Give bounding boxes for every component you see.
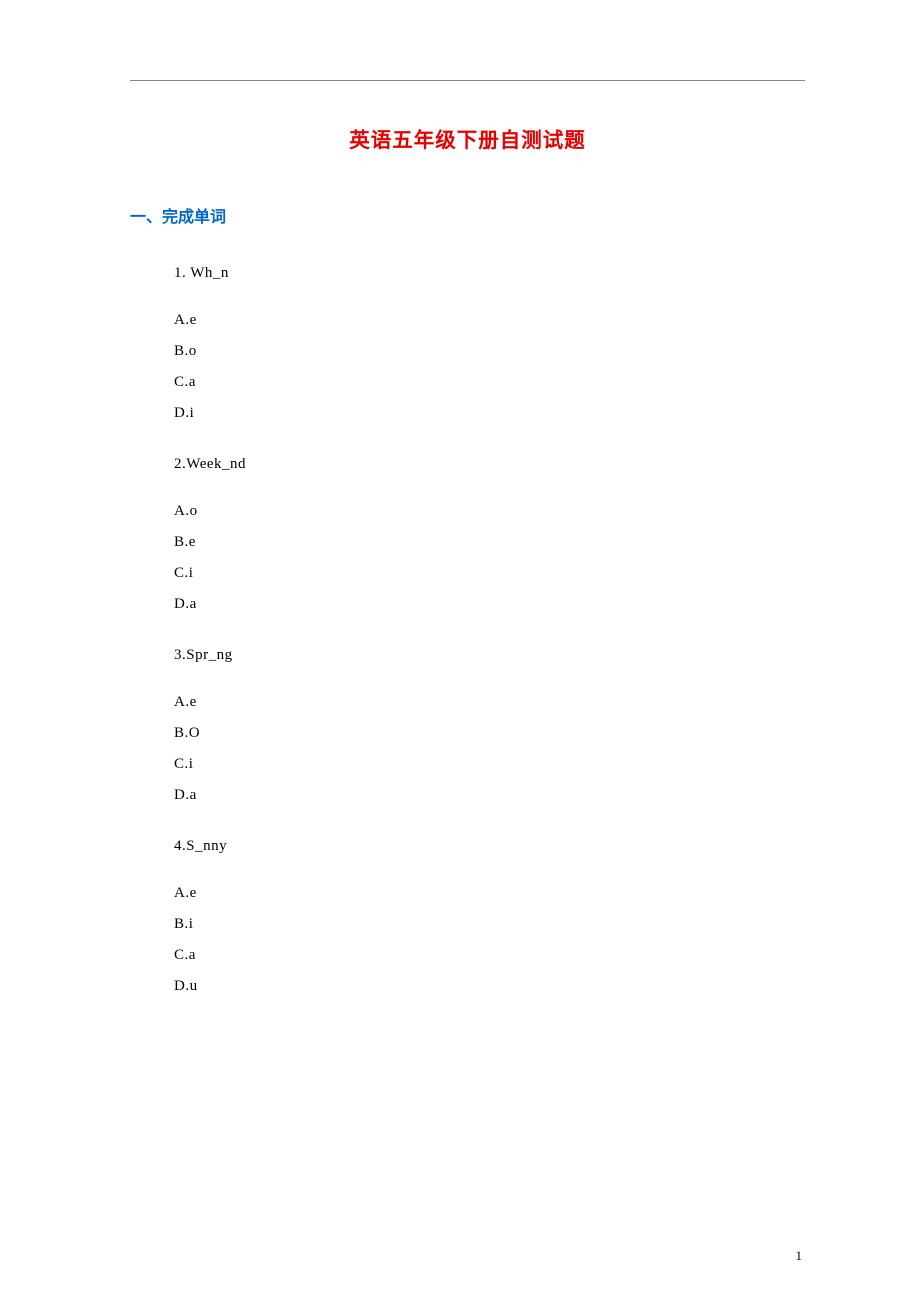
question-text: 4.S_nny [174, 838, 805, 855]
page-container: 英语五年级下册自测试题 一、完成单词 1. Wh_n A.e B.o C.a D.i 2.… [0, 0, 920, 1069]
page-title: 英语五年级下册自测试题 [130, 123, 805, 153]
option: A.e [174, 885, 805, 902]
option: B.e [174, 534, 805, 551]
option: C.i [174, 756, 805, 773]
questions-container: 1. Wh_n A.e B.o C.a D.i 2.Week_nd A.o B.e C.i D.a… [130, 265, 805, 995]
option: B.i [174, 916, 805, 933]
option: C.i [174, 565, 805, 582]
page-number: 1 [796, 1248, 803, 1264]
option: D.a [174, 596, 805, 613]
question-text: 2.Week_nd [174, 456, 805, 473]
top-divider [130, 80, 805, 81]
option: B.o [174, 343, 805, 360]
question-block: 3.Spr_ng A.e B.O C.i D.a [174, 647, 805, 804]
question-text: 1. Wh_n [174, 265, 805, 282]
question-block: 1. Wh_n A.e B.o C.a D.i [174, 265, 805, 422]
option: A.e [174, 694, 805, 711]
question-block: 4.S_nny A.e B.i C.a D.u [174, 838, 805, 995]
option: D.a [174, 787, 805, 804]
option: A.o [174, 503, 805, 520]
section-heading: 一、完成单词 [130, 203, 805, 227]
option: B.O [174, 725, 805, 742]
question-block: 2.Week_nd A.o B.e C.i D.a [174, 456, 805, 613]
option: D.i [174, 405, 805, 422]
question-text: 3.Spr_ng [174, 647, 805, 664]
option: D.u [174, 978, 805, 995]
option: C.a [174, 374, 805, 391]
option: C.a [174, 947, 805, 964]
option: A.e [174, 312, 805, 329]
